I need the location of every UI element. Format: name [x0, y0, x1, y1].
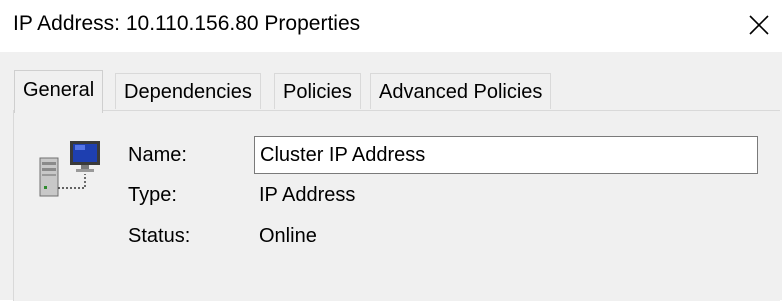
status-value: Online: [259, 225, 317, 247]
tab-general[interactable]: General: [14, 70, 104, 113]
ip-address-resource-icon: [39, 141, 100, 197]
type-label: Type:: [128, 184, 177, 206]
tab-label: Policies: [283, 81, 352, 103]
name-field[interactable]: [254, 136, 758, 174]
tab-dependencies[interactable]: Dependencies: [115, 73, 261, 109]
tab-label: Advanced Policies: [379, 81, 543, 103]
tab-advanced-policies[interactable]: Advanced Policies: [370, 73, 552, 109]
status-label: Status:: [128, 225, 191, 247]
title-bar: IP Address: 10.110.156.80 Properties: [0, 0, 782, 52]
close-button[interactable]: [742, 8, 776, 42]
type-value: IP Address: [259, 184, 356, 206]
name-label: Name:: [128, 144, 187, 166]
window-title: IP Address: 10.110.156.80 Properties: [13, 12, 361, 35]
tab-label: Dependencies: [124, 81, 252, 103]
tab-policies[interactable]: Policies: [274, 73, 361, 109]
close-icon: [749, 15, 769, 35]
tab-label: General: [23, 79, 95, 101]
